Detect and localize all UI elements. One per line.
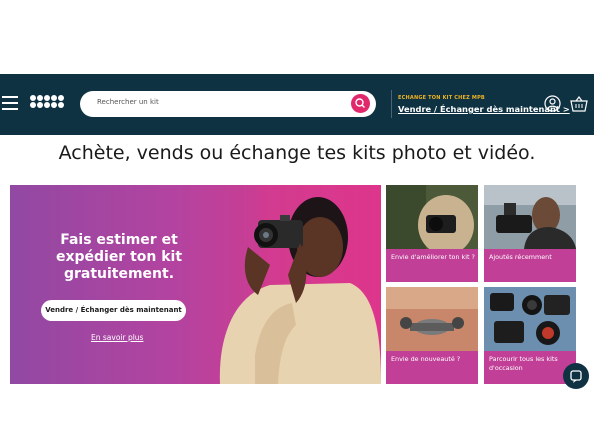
chat-icon — [570, 370, 582, 383]
learn-more-link[interactable]: En savoir plus — [91, 333, 143, 342]
header-divider — [391, 90, 392, 118]
hamburger-menu-icon[interactable] — [2, 96, 18, 110]
tile-upgrade-kit[interactable]: Envie d'améliorer ton kit ? — [386, 185, 478, 282]
search-placeholder: Rechercher un kit — [97, 98, 159, 106]
account-icon[interactable] — [544, 95, 561, 112]
tile-label: Envie de nouveauté ? — [391, 355, 461, 363]
tile-photo — [484, 287, 576, 351]
page-headline: Achète, vends ou échange tes kits photo … — [58, 142, 536, 164]
promo-eyebrow: ECHANGE TON KIT CHEZ MPB — [398, 95, 485, 101]
hero-title-line: expédier ton kit — [55, 249, 183, 265]
tile-label: Parcourir tous les kits d'occasion — [489, 355, 558, 372]
tile-something-new[interactable]: Envie de nouveauté ? — [386, 287, 478, 384]
tile-recently-added[interactable]: Ajoutés récemment — [484, 185, 576, 282]
woman-with-camera-photo — [219, 185, 381, 384]
hero-title-line: gratuitement. — [63, 266, 175, 282]
tile-label: Ajoutés récemment — [489, 253, 552, 261]
mpb-logo[interactable] — [30, 95, 66, 111]
hero-title-line: Fais estimer et — [60, 232, 178, 248]
search-button[interactable] — [351, 94, 370, 113]
tile-photo — [386, 185, 478, 249]
chat-button[interactable] — [563, 363, 589, 389]
tile-photo — [386, 287, 478, 351]
tile-photo — [484, 185, 576, 249]
basket-icon[interactable] — [570, 96, 588, 112]
search-icon — [355, 98, 365, 108]
hero-title: Fais estimer et expédier ton kit gratuit… — [10, 232, 228, 283]
sell-trade-button[interactable]: Vendre / Échanger dès maintenant — [41, 300, 186, 321]
tile-label: Envie d'améliorer ton kit ? — [391, 253, 475, 261]
hero-banner: Fais estimer et expédier ton kit gratuit… — [10, 185, 381, 384]
